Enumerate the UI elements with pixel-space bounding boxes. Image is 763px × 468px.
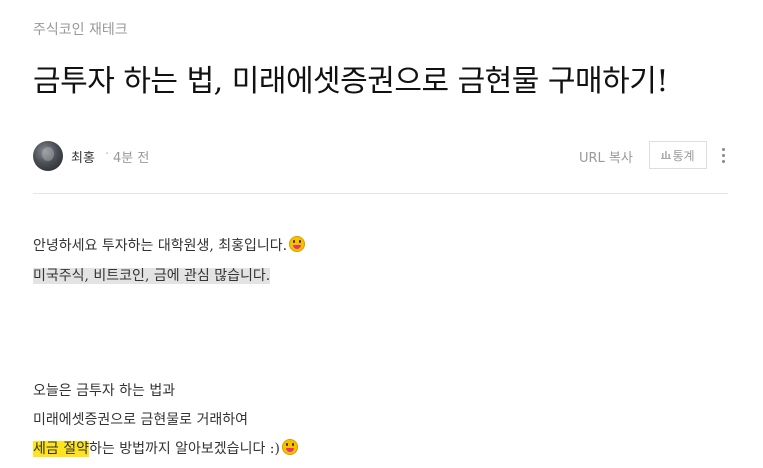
url-copy-button[interactable]: URL 복사 [579, 147, 633, 166]
content-paragraph: 안녕하세요 투자하는 대학원생, 최홍입니다. [33, 236, 306, 256]
author-avatar[interactable] [33, 141, 63, 171]
post-title: 금투자 하는 법, 미래에셋증권으로 금현물 구매하기! [33, 64, 668, 99]
stats-button[interactable]: 통계 [649, 141, 707, 169]
post-meta-row: 최홍 · 4분 전 URL 복사 통계 [33, 139, 728, 173]
bar-chart-icon [661, 149, 672, 161]
highlighted-text: 미국주식, 비트코인, 금에 관심 많습니다. [33, 268, 271, 284]
header-divider [33, 193, 728, 194]
post-time: 4분 전 [113, 151, 150, 166]
stats-label: 통계 [672, 148, 695, 163]
content-paragraph: 미래에셋증권으로 금현물로 거래하여 [33, 410, 248, 430]
content-paragraph: 미국주식, 비트코인, 금에 관심 많습니다. [33, 266, 271, 286]
author-name[interactable]: 최홍 [71, 147, 95, 166]
content-text: 미래에셋증권으로 금현물로 거래하여 [33, 412, 248, 428]
content-paragraph: 세금 절약하는 방법까지 알아보겠습니다 :) [33, 439, 298, 459]
grinning-face-emoji-icon [289, 236, 306, 252]
content-text: 하는 방법까지 알아보겠습니다 :) [88, 441, 280, 457]
post-category[interactable]: 주식코인 재테크 [33, 20, 128, 40]
meta-separator: · [105, 147, 110, 162]
content-text: 안녕하세요 투자하는 대학원생, 최홍입니다. [33, 238, 288, 254]
grinning-face-emoji-icon [281, 439, 298, 455]
content-text: 오늘은 금투자 하는 법과 [33, 383, 176, 399]
highlighted-text: 세금 절약 [33, 441, 89, 457]
more-options-icon[interactable] [719, 143, 727, 167]
content-paragraph: 오늘은 금투자 하는 법과 [33, 381, 175, 401]
